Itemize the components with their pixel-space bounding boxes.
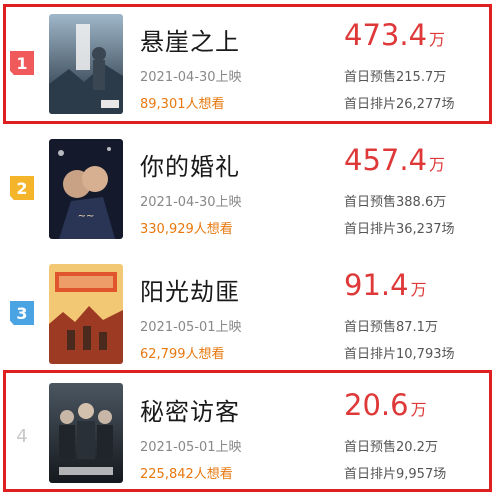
- gross-value: 457.4: [344, 143, 428, 177]
- release-date: 2021-05-01上映: [140, 440, 242, 455]
- gross-value: 473.4: [344, 18, 428, 52]
- release-date: 2021-04-30上映: [140, 195, 242, 210]
- box-office-gross: 91.4 万: [344, 268, 427, 302]
- movie-title[interactable]: 阳光劫匪: [140, 272, 240, 307]
- release-date: 2021-04-30上映: [140, 70, 242, 85]
- rank-badge: 2: [10, 176, 34, 200]
- first-day-shows: 首日排片9,957场: [344, 467, 447, 482]
- movie-poster[interactable]: [49, 264, 123, 364]
- first-day-shows: 首日排片10,793场: [344, 347, 455, 362]
- release-date: 2021-05-01上映: [140, 320, 242, 335]
- rank-number: 4: [16, 425, 28, 447]
- gross-value: 20.6: [344, 388, 409, 422]
- box-office-gross: 457.4 万: [344, 143, 445, 177]
- movie-row[interactable]: 2 ~~ 你的婚礼 2021-04-30上映 330,929人想看 457.4 万…: [0, 125, 499, 250]
- gross-unit: 万: [410, 400, 427, 419]
- movie-poster[interactable]: ~~: [49, 139, 123, 239]
- movie-title[interactable]: 秘密访客: [140, 392, 240, 427]
- first-day-shows: 首日排片26,277场: [344, 97, 455, 112]
- want-count: 225,842人想看: [140, 467, 233, 482]
- rank-badge: 1: [10, 51, 34, 75]
- first-day-presale: 首日预售215.7万: [344, 70, 447, 85]
- svg-text:~~: ~~: [78, 211, 95, 222]
- movie-poster[interactable]: [49, 14, 123, 114]
- rank-badge: 3: [10, 301, 34, 325]
- movie-title[interactable]: 悬崖之上: [140, 22, 240, 57]
- want-count: 330,929人想看: [140, 222, 233, 237]
- gross-unit: 万: [429, 155, 446, 174]
- first-day-shows: 首日排片36,237场: [344, 222, 455, 237]
- gross-value: 91.4: [344, 268, 409, 302]
- want-count: 89,301人想看: [140, 97, 225, 112]
- box-office-gross: 473.4 万: [344, 18, 445, 52]
- first-day-presale: 首日预售20.2万: [344, 440, 438, 455]
- movie-poster[interactable]: [49, 383, 123, 483]
- first-day-presale: 首日预售388.6万: [344, 195, 447, 210]
- want-count: 62,799人想看: [140, 347, 225, 362]
- movie-row[interactable]: 3 阳光劫匪 2021-05-01上映 62,799人想看 91.4 万 首日预售…: [0, 250, 499, 375]
- movie-row[interactable]: 4 秘密访客 2021-05-01上映 225,842人想看 20.6 万 首日预…: [0, 370, 499, 495]
- movie-title[interactable]: 你的婚礼: [140, 147, 240, 182]
- gross-unit: 万: [410, 280, 427, 299]
- first-day-presale: 首日预售87.1万: [344, 320, 438, 335]
- gross-unit: 万: [429, 30, 446, 49]
- movie-row[interactable]: 1 悬崖之上 2021-04-30上映 89,301人想看 473.4 万 首日预…: [0, 0, 499, 125]
- box-office-gross: 20.6 万: [344, 388, 427, 422]
